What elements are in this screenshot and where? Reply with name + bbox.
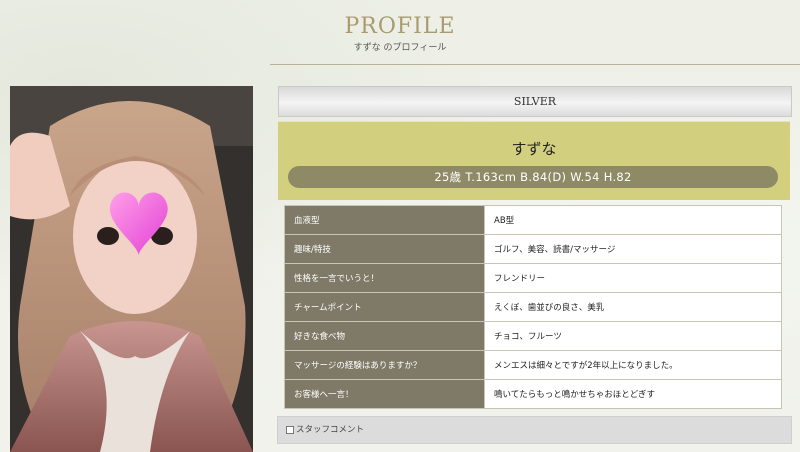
profile-details-table: 血液型 AB型 趣味/特技 ゴルフ、美容、読書/マッサージ 性格を一言でいうと！ フレンド… [284,205,782,409]
table-row: 趣味/特技 ゴルフ、美容、読書/マッサージ [284,234,782,264]
detail-value: 鳴いてたらもっと鳴かせちゃおほとどぎす [484,379,782,409]
rank-badge: SILVER [278,86,792,117]
detail-value: AB型 [484,205,782,235]
detail-value: えくぼ、歯並びの良さ、美乳 [484,292,782,322]
therapist-name: すずな [511,140,557,158]
table-row: 好きな食べ物 チョコ、フルーツ [284,321,782,351]
detail-label: お客様へ一言！ [284,379,485,409]
detail-label: 血液型 [284,205,485,235]
detail-label: 好きな食べ物 [284,321,485,351]
table-row: マッサージの経験はありますか？ メンエスは細々とですが2年以上になりました。 [284,350,782,380]
profile-photo[interactable] [10,86,253,452]
staff-comment-label: スタッフコメント [296,425,365,435]
table-row: チャームポイント えくぼ、歯並びの良さ、美乳 [284,292,782,322]
detail-label: マッサージの経験はありますか？ [284,350,485,380]
table-row: 血液型 AB型 [284,205,782,235]
page-header: PROFILE すずな のプロフィール [0,0,800,62]
staff-comment-toggle[interactable]: スタッフコメント [277,416,792,444]
detail-value: フレンドリー [484,263,782,293]
header-divider [270,64,800,65]
table-row: お客様へ一言！ 鳴いてたらもっと鳴かせちゃおほとどぎす [284,379,782,409]
page-title: PROFILE [344,14,456,39]
detail-label: 性格を一言でいうと！ [284,263,485,293]
stats-pill: 25歳 T.163cm B.84(D) W.54 H.82 [288,166,778,188]
table-row: 性格を一言でいうと！ フレンドリー [284,263,782,293]
detail-value: ゴルフ、美容、読書/マッサージ [484,234,782,264]
detail-label: 趣味/特技 [284,234,485,264]
detail-value: チョコ、フルーツ [484,321,782,351]
detail-value: メンエスは細々とですが2年以上になりました。 [484,350,782,380]
checkbox-icon [286,426,294,434]
name-panel: すずな 25歳 T.163cm B.84(D) W.54 H.82 [278,121,790,200]
profile-photo-image [10,86,253,452]
page-subtitle: すずな のプロフィール [353,43,447,53]
detail-label: チャームポイント [284,292,485,322]
